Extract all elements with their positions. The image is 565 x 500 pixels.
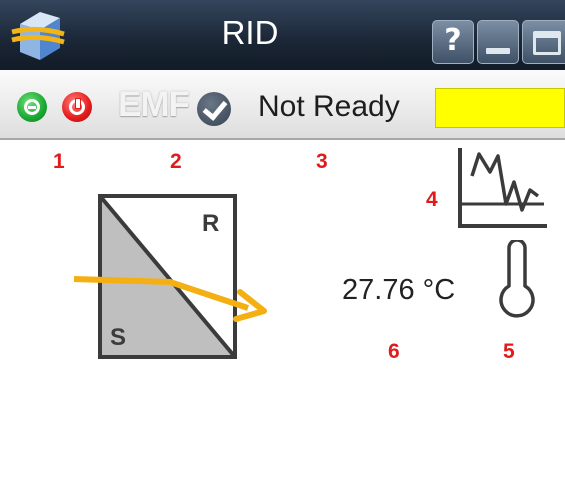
- temperature-value: 27.76 °C: [342, 274, 456, 306]
- callout-2: 2: [170, 150, 182, 173]
- title-bar: RID ?: [0, 0, 565, 70]
- power-button[interactable]: [62, 92, 92, 122]
- reference-label: R: [202, 210, 219, 237]
- thermometer-icon[interactable]: [492, 240, 542, 320]
- minimize-button[interactable]: [477, 20, 519, 64]
- maximize-icon: [533, 31, 561, 55]
- detector-prism-icon[interactable]: S R: [68, 193, 278, 363]
- window-title: RID: [221, 14, 279, 51]
- check-icon: [197, 92, 231, 126]
- power-icon: [69, 98, 85, 115]
- status-text: Not Ready: [258, 90, 400, 123]
- sample-label: S: [110, 324, 126, 351]
- callout-5: 5: [503, 340, 515, 363]
- standby-button[interactable]: [17, 92, 47, 122]
- callout-1: 1: [53, 150, 65, 173]
- callout-3: 3: [316, 150, 328, 173]
- emf-button[interactable]: EMF: [118, 85, 190, 125]
- help-icon: ?: [444, 23, 462, 58]
- status-indicator: [435, 88, 565, 128]
- callout-6: 6: [388, 340, 400, 363]
- minimize-icon: [486, 48, 510, 54]
- trend-icon[interactable]: [452, 144, 550, 236]
- toolbar: EMF Not Ready: [0, 70, 565, 140]
- maximize-button[interactable]: [522, 20, 565, 64]
- standby-icon: [24, 99, 40, 115]
- help-button[interactable]: ?: [432, 20, 474, 64]
- callout-4: 4: [426, 188, 438, 211]
